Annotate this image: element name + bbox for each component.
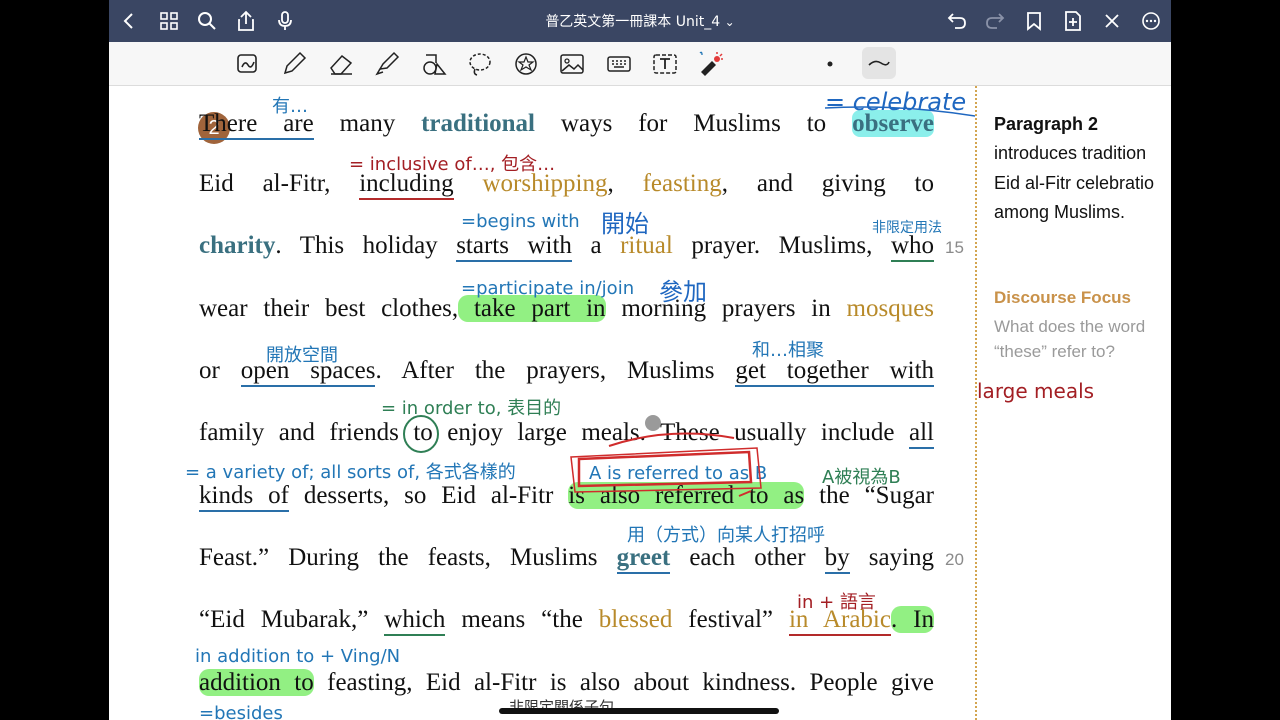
pen-icon[interactable] — [280, 50, 308, 78]
stroke-style-icon[interactable] — [862, 47, 896, 79]
bookmark-icon[interactable] — [1022, 9, 1046, 33]
arrow-stroke-ink — [608, 432, 735, 447]
eraser-icon[interactable] — [327, 50, 355, 78]
scan-icon[interactable] — [234, 50, 262, 78]
circle-to-ink — [403, 415, 439, 453]
dot-size-icon[interactable] — [816, 50, 844, 78]
sidebar-body-line-1: introduces tradition — [994, 143, 1147, 163]
home-indicator-bar[interactable] — [499, 708, 779, 714]
share-icon[interactable] — [234, 9, 258, 33]
red-tick-ink — [738, 490, 752, 497]
grid-icon[interactable] — [157, 9, 181, 33]
more-icon[interactable] — [1139, 9, 1163, 33]
box-referred-to-ink — [577, 450, 753, 488]
celebrate-stroke-ink — [824, 106, 975, 117]
sticker-icon[interactable] — [512, 50, 540, 78]
image-icon[interactable] — [558, 50, 586, 78]
sidebar-body-line-2: Eid al-Fitr celebratio — [994, 173, 1155, 193]
undo-icon[interactable] — [945, 9, 969, 33]
document-page[interactable]: 2 There are many traditional ways for Mu… — [109, 86, 1171, 720]
highlighter-icon[interactable] — [373, 50, 401, 78]
ink-strokes — [403, 106, 975, 497]
shapes-icon[interactable] — [420, 50, 448, 78]
discourse-focus-line-2: “these” refer to? — [994, 342, 1115, 361]
tool-bar — [109, 42, 1171, 86]
discourse-focus-heading: Discourse Focus — [994, 288, 1131, 307]
add-page-icon[interactable] — [1061, 9, 1085, 33]
lasso-icon[interactable] — [466, 50, 494, 78]
margin-divider — [975, 86, 977, 720]
cursor-dot — [645, 415, 661, 431]
document-title-text[interactable]: 普乙英文第一冊課本 Unit_4 — [545, 14, 720, 30]
title-chevron-down-icon[interactable]: ⌄ — [725, 15, 735, 29]
notability-app-window: 普乙英文第一冊課本 Unit_4 ⌄ 2 There are many trad… — [109, 0, 1171, 720]
microphone-icon[interactable] — [273, 9, 297, 33]
close-pen-icon[interactable] — [1100, 9, 1124, 33]
keyboard-icon[interactable] — [605, 50, 633, 78]
text-box-icon[interactable] — [651, 50, 679, 78]
discourse-focus-line-1: What does the word — [994, 317, 1146, 336]
sidebar-body-line-3: among Muslims. — [994, 202, 1126, 222]
sidebar-heading: Paragraph 2 — [994, 114, 1099, 134]
title-bar: 普乙英文第一冊課本 Unit_4 ⌄ — [109, 0, 1171, 42]
document-title[interactable]: 普乙英文第一冊課本 Unit_4 ⌄ — [109, 11, 1171, 31]
handwritten-answer: large meals — [977, 379, 1095, 403]
redo-icon[interactable] — [983, 9, 1007, 33]
laser-pointer-icon[interactable] — [697, 50, 725, 78]
back-chevron-icon[interactable] — [117, 9, 141, 33]
search-icon[interactable] — [195, 9, 219, 33]
